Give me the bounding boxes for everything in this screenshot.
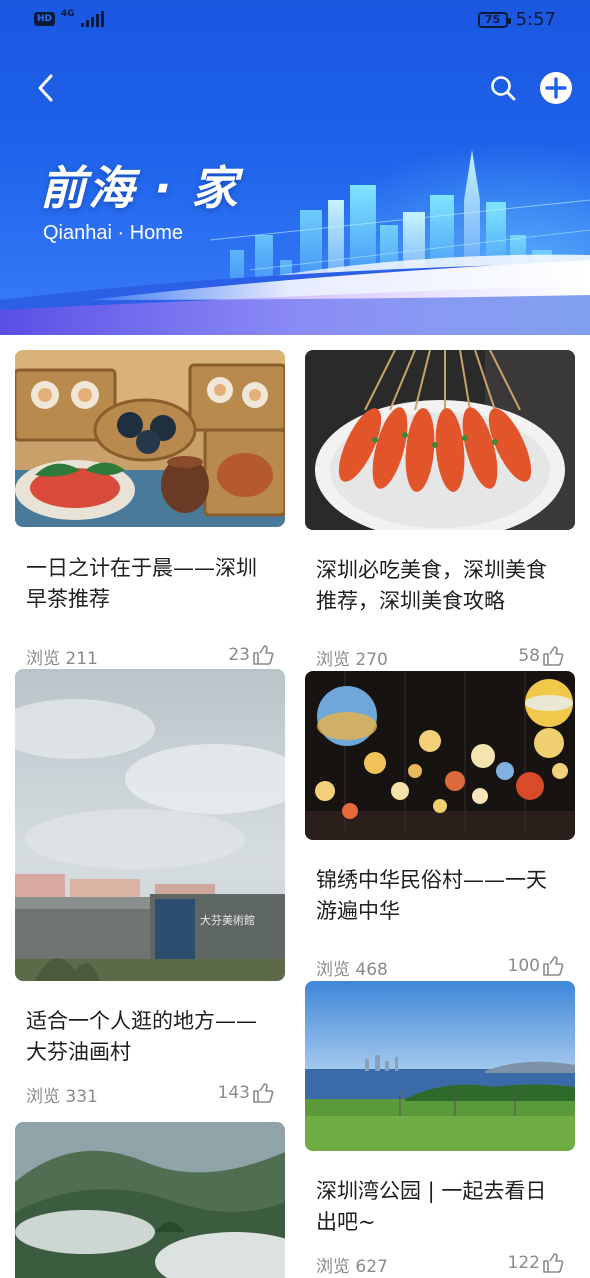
thumbs-up-icon (543, 646, 564, 666)
article-card[interactable]: 深圳必吃美食，深圳美食推荐，深圳美食攻略 浏览 270 58 (305, 350, 575, 670)
article-card[interactable]: 深圳湾公园 | 一起去看日出吧~ 浏览 627 122 (305, 981, 575, 1278)
network-type: 4G (61, 9, 75, 19)
card-title[interactable]: 锦绣中华民俗村——一天游遍中华 (316, 865, 566, 927)
view-count: 浏览 331 (26, 1087, 98, 1107)
view-count: 浏览 270 (316, 650, 388, 670)
card-title[interactable]: 适合一个人逛的地方——大芬油画村 (26, 1006, 276, 1068)
card-image-bay-park[interactable] (305, 981, 575, 1151)
card-meta: 浏览 468 100 (316, 955, 564, 980)
like-button[interactable]: 100 (508, 955, 564, 977)
like-button[interactable]: 58 (518, 645, 564, 667)
battery-icon: 75 (477, 11, 511, 28)
search-icon (491, 76, 516, 101)
like-button[interactable]: 23 (228, 644, 274, 666)
card-title[interactable]: 深圳必吃美食，深圳美食推荐，深圳美食攻略 (316, 555, 566, 617)
card-title[interactable]: 一日之计在于晨——深圳早茶推荐 (26, 553, 276, 615)
battery-level: 75 (484, 13, 501, 26)
like-count: 100 (507, 956, 540, 976)
card-image-dim-sum[interactable] (15, 350, 285, 527)
status-left: HD 4G (34, 9, 104, 27)
article-card[interactable]: 锦绣中华民俗村——一天游遍中华 浏览 468 100 (305, 671, 575, 980)
view-count: 浏览 468 (316, 960, 388, 980)
card-meta: 浏览 270 58 (316, 645, 564, 670)
card-image-grilled-shrimp[interactable] (305, 350, 575, 530)
card-meta: 浏览 331 143 (26, 1082, 274, 1107)
svg-text:大芬美術館: 大芬美術館 (200, 913, 255, 927)
thumbs-up-icon (253, 645, 274, 665)
card-title[interactable]: 深圳湾公园 | 一起去看日出吧~ (316, 1176, 566, 1238)
signal-icon (80, 11, 104, 27)
article-card[interactable]: 大芬美術館 适合一个人逛的地方——大芬油画村 浏览 331 143 (15, 669, 285, 1109)
banner-title: 前海 · 家 (40, 161, 240, 215)
header-banner: HD 4G 75 5:57 前海 · 家 Qianhai · Home (0, 0, 590, 335)
like-count: 58 (518, 646, 540, 666)
like-count: 23 (228, 645, 250, 665)
card-meta: 浏览 211 23 (26, 644, 274, 669)
clock: 5:57 (515, 9, 556, 30)
article-card[interactable]: 一日之计在于晨——深圳早茶推荐 浏览 211 23 (15, 350, 285, 670)
status-bar: HD 4G 75 5:57 (0, 0, 590, 40)
back-button[interactable] (26, 68, 66, 108)
banner-wave (0, 260, 590, 335)
banner-subtitle: Qianhai · Home (43, 222, 184, 244)
add-button[interactable] (536, 68, 576, 108)
card-image-lanterns[interactable] (305, 671, 575, 840)
chevron-left-icon (38, 74, 53, 102)
like-count: 122 (507, 1253, 540, 1273)
like-button[interactable]: 143 (218, 1082, 274, 1104)
article-card[interactable] (15, 1122, 285, 1278)
thumbs-up-icon (543, 1253, 564, 1273)
hd-badge: HD (34, 12, 56, 26)
plus-circle-icon (540, 72, 572, 104)
like-button[interactable]: 122 (508, 1252, 564, 1274)
like-count: 143 (217, 1083, 250, 1103)
status-right: 75 5:57 (477, 9, 556, 30)
card-image-misty-mountain[interactable] (15, 1122, 285, 1278)
view-count: 浏览 211 (26, 649, 98, 669)
search-button[interactable] (482, 68, 524, 108)
card-image-art-museum[interactable]: 大芬美術館 (15, 669, 285, 981)
article-feed[interactable]: 一日之计在于晨——深圳早茶推荐 浏览 211 23 深圳必吃美食，深圳美食推荐，… (0, 335, 590, 1278)
view-count: 浏览 627 (316, 1257, 388, 1277)
card-meta: 浏览 627 122 (316, 1252, 564, 1277)
thumbs-up-icon (253, 1083, 274, 1103)
thumbs-up-icon (543, 956, 564, 976)
